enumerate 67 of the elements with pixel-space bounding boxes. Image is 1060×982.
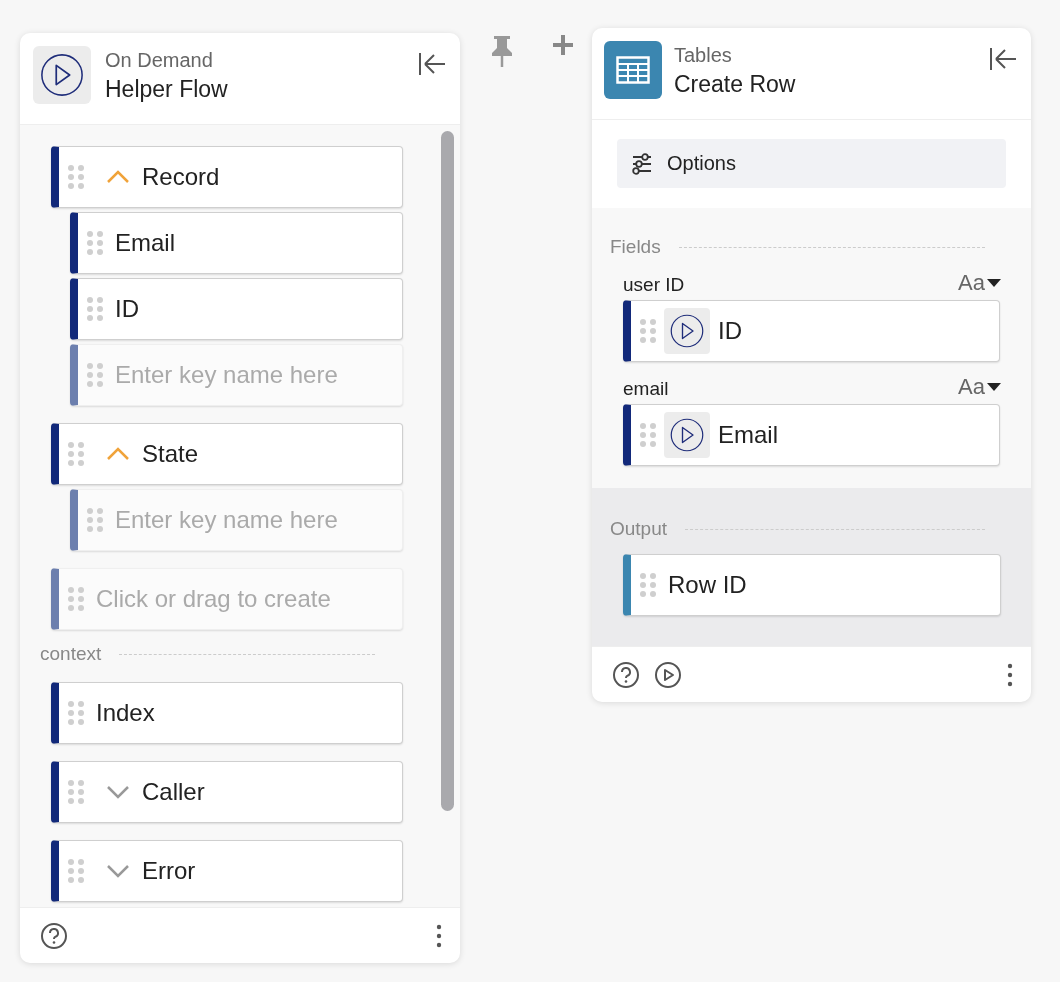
drag-handle-icon[interactable]	[87, 507, 103, 533]
key-card[interactable]: Email	[70, 212, 403, 274]
output-card[interactable]: Row ID	[623, 554, 1001, 616]
drag-handle-icon[interactable]	[68, 164, 84, 190]
drag-handle-icon[interactable]	[87, 230, 103, 256]
value-label: ID	[718, 317, 742, 345]
key-label: Record	[142, 163, 220, 191]
drag-handle-icon[interactable]	[68, 700, 84, 726]
panel-title: Create Row	[674, 71, 797, 98]
key-label: Error	[142, 857, 196, 885]
key-card[interactable]: ID	[70, 278, 403, 340]
panel-title: Helper Flow	[105, 76, 229, 103]
key-name-field[interactable]: Click or drag to create	[51, 568, 403, 630]
value-card[interactable]: Email	[623, 404, 1000, 466]
type-dropdown[interactable]: Aa	[958, 270, 1001, 296]
drag-handle-icon[interactable]	[68, 586, 84, 612]
section-label: context	[40, 643, 102, 665]
key-card[interactable]: Error	[51, 840, 403, 902]
value-card[interactable]: ID	[623, 300, 1000, 362]
panel-subtitle: Tables	[674, 44, 733, 67]
key-card[interactable]: State	[51, 423, 403, 485]
collapse-panel-icon[interactable]	[418, 52, 446, 76]
chevron-down-icon[interactable]	[106, 785, 130, 799]
section-label: Fields	[610, 236, 661, 258]
drag-handle-icon[interactable]	[640, 318, 656, 344]
scrollbar[interactable]	[441, 131, 454, 811]
pin-icon[interactable]	[490, 34, 514, 68]
key-card[interactable]: Record	[51, 146, 403, 208]
key-label: Caller	[142, 778, 205, 806]
key-label: Email	[115, 229, 175, 257]
play-icon	[39, 52, 85, 98]
key-label: Index	[96, 699, 155, 727]
add-icon[interactable]	[552, 34, 574, 56]
key-label: State	[142, 440, 199, 468]
chevron-up-icon[interactable]	[106, 447, 130, 461]
key-name-field[interactable]: Enter key name here	[70, 489, 403, 551]
drag-handle-icon[interactable]	[640, 422, 656, 448]
collapse-panel-icon[interactable]	[989, 47, 1017, 71]
output-label: Row ID	[668, 571, 747, 599]
drag-handle-icon[interactable]	[87, 362, 103, 388]
help-icon[interactable]	[40, 921, 68, 950]
run-icon[interactable]	[654, 660, 682, 689]
options-button[interactable]: Options	[617, 139, 1006, 188]
sliders-icon	[631, 152, 653, 175]
drag-handle-icon[interactable]	[68, 779, 84, 805]
type-dropdown[interactable]: Aa	[958, 374, 1001, 400]
help-icon[interactable]	[612, 660, 640, 689]
key-name-field[interactable]: Enter key name here	[70, 344, 403, 406]
panel-subtitle: On Demand	[105, 49, 214, 72]
more-icon[interactable]	[436, 923, 442, 948]
drag-handle-icon[interactable]	[87, 296, 103, 322]
drag-handle-icon[interactable]	[68, 858, 84, 884]
key-card[interactable]: Caller	[51, 761, 403, 823]
value-label: Email	[718, 421, 778, 449]
key-card[interactable]: Index	[51, 682, 403, 744]
field-label: user ID	[623, 274, 685, 296]
chevron-down-icon[interactable]	[106, 864, 130, 878]
drag-handle-icon[interactable]	[640, 572, 656, 598]
caret-icon	[987, 279, 1001, 287]
drag-handle-icon[interactable]	[68, 441, 84, 467]
caret-icon	[987, 383, 1001, 391]
field-label: email	[623, 378, 669, 400]
section-label: Output	[610, 518, 668, 540]
chevron-up-icon[interactable]	[106, 170, 130, 184]
table-icon	[604, 41, 662, 99]
more-icon[interactable]	[1007, 662, 1013, 687]
key-label: ID	[115, 295, 139, 323]
